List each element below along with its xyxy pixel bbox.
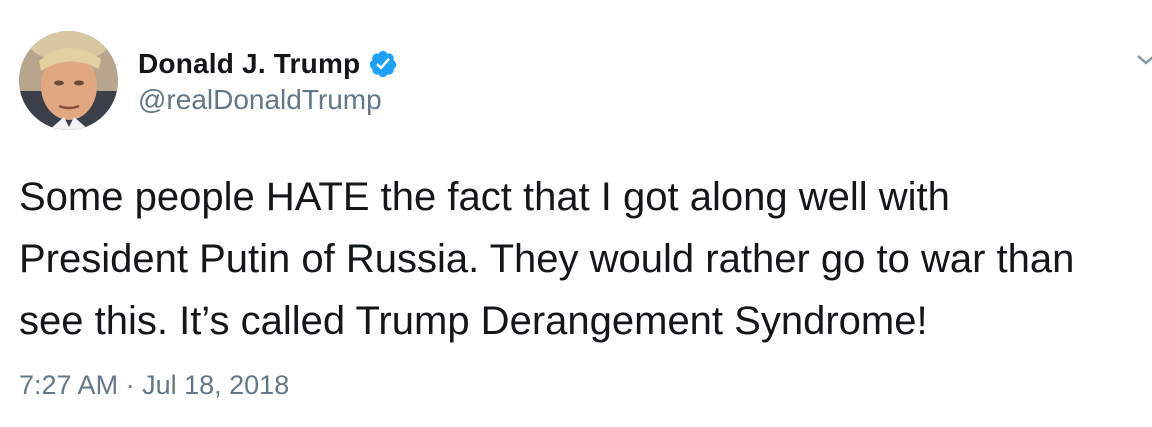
tweet-card: Donald J. Trump @realDonaldTrump Some pe…	[0, 0, 1152, 427]
tweet-text-line: Some people HATE the fact that I got alo…	[19, 175, 950, 219]
display-name[interactable]: Donald J. Trump	[138, 48, 360, 80]
tweet-time: 7:27 AM	[19, 370, 119, 400]
avatar[interactable]	[19, 31, 118, 130]
name-row: Donald J. Trump	[138, 44, 398, 84]
avatar-image	[19, 31, 118, 130]
verified-badge-icon	[368, 49, 398, 79]
tweet-date: Jul 18, 2018	[142, 370, 290, 400]
user-handle[interactable]: @realDonaldTrump	[138, 84, 382, 116]
tweet-text: Some people HATE the fact that I got alo…	[19, 166, 1152, 352]
tweet-text-line: see this. It’s called Trump Derangement …	[19, 299, 928, 343]
chevron-down-icon[interactable]	[1136, 50, 1152, 70]
tweet-timestamp[interactable]: 7:27 AM · Jul 18, 2018	[19, 370, 289, 401]
meta-separator: ·	[125, 370, 135, 400]
tweet-text-line: President Putin of Russia. They would ra…	[19, 237, 1075, 281]
